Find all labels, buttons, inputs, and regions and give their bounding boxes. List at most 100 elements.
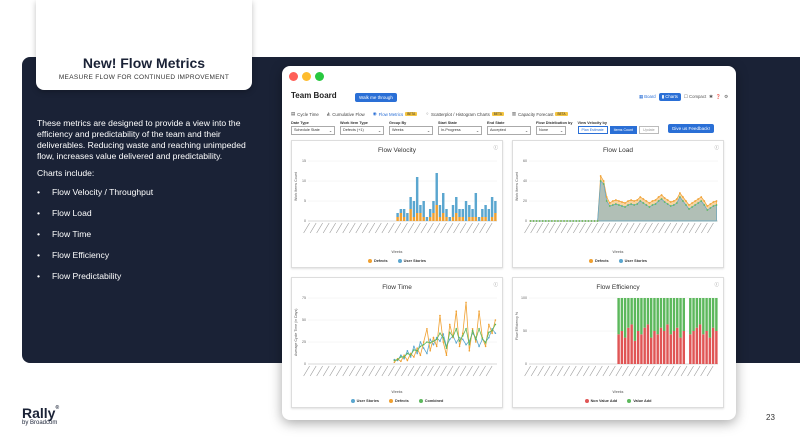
feedback-button[interactable]: Give us Feedback! bbox=[667, 124, 714, 133]
app-window: Team Board Walk me through ▦ Board ▮ Cha… bbox=[282, 66, 736, 420]
help-icon[interactable]: ❓ bbox=[716, 94, 721, 100]
bar-0 bbox=[711, 327, 715, 364]
point-0 bbox=[439, 340, 441, 342]
work-item-type-select[interactable]: Defects (+1) ⌄ bbox=[340, 126, 384, 135]
point-2 bbox=[432, 340, 435, 342]
legend-item[interactable]: Defects bbox=[389, 399, 409, 403]
x-tick-label bbox=[414, 365, 421, 377]
point-1 bbox=[654, 203, 657, 205]
point-0 bbox=[621, 201, 623, 203]
y-tick-label: 75 bbox=[302, 296, 306, 300]
legend-item[interactable]: Defects bbox=[367, 259, 388, 263]
point-1 bbox=[465, 301, 467, 304]
point-1 bbox=[614, 203, 617, 205]
group-by-select[interactable]: Weeks ⌄ bbox=[389, 126, 433, 135]
point-0 bbox=[669, 201, 672, 203]
legend-item[interactable]: User Stories bbox=[350, 399, 379, 403]
point-1 bbox=[566, 220, 569, 222]
x-tick-label bbox=[658, 222, 665, 234]
point-1 bbox=[697, 202, 700, 204]
plan-estimate-button[interactable]: Plan Estimate bbox=[577, 126, 608, 134]
chevron-down-icon: ⌄ bbox=[328, 129, 332, 133]
select-value: Accepted bbox=[490, 128, 506, 132]
compact-label: Compact bbox=[688, 94, 707, 99]
legend-item[interactable]: User Stories bbox=[397, 259, 426, 263]
tab-flow-metrics[interactable]: ◉ Flow Metrics BETA bbox=[373, 111, 418, 117]
charts-view-button[interactable]: ▮ Charts bbox=[658, 93, 681, 101]
y-tick-label: 40 bbox=[523, 179, 527, 183]
x-tick-label bbox=[375, 365, 382, 377]
y-tick-label: 0 bbox=[304, 219, 306, 223]
legend-item[interactable]: Value Add bbox=[627, 399, 651, 403]
y-tick-label: 15 bbox=[302, 159, 306, 163]
legend-item[interactable]: Combined bbox=[418, 399, 443, 403]
date-type-select[interactable]: Schedule State ⌄ bbox=[291, 126, 335, 135]
bar-0 bbox=[409, 209, 412, 221]
board-view-button[interactable]: ▦ Board bbox=[639, 94, 656, 100]
x-tick-label bbox=[375, 222, 382, 234]
point-0 bbox=[409, 356, 412, 358]
x-tick-label bbox=[316, 365, 323, 377]
bar-0 bbox=[623, 337, 627, 364]
bar-1 bbox=[448, 217, 451, 221]
tab-capacity-forecast[interactable]: ▥ Capacity Forecast BETA bbox=[512, 111, 568, 117]
end-state-select[interactable]: Accepted ⌄ bbox=[487, 126, 531, 135]
walk-me-through-button[interactable]: Walk me through bbox=[355, 93, 397, 102]
y-axis-label: Work Items Count bbox=[294, 172, 298, 201]
y-tick-label: 50 bbox=[523, 329, 527, 333]
bar-0 bbox=[468, 217, 471, 221]
tab-cumulative-flow[interactable]: ◭ Cumulative Flow bbox=[327, 111, 365, 117]
tab-scatterplot[interactable]: ⁘ Scatterplot / Histogram Charts BETA bbox=[425, 111, 504, 117]
pin-icon[interactable]: ✱ bbox=[709, 94, 713, 100]
x-tick-label bbox=[420, 365, 428, 377]
scatterplot-icon: ⁘ bbox=[425, 111, 429, 116]
point-1 bbox=[587, 220, 590, 222]
flow-velocity-panel: Flow Velocity ⓘ 15 10 5 0 Work Items Count … bbox=[291, 140, 503, 268]
bar-1 bbox=[623, 298, 627, 338]
x-tick-label bbox=[388, 222, 395, 234]
tab-cycle-time[interactable]: ▤ Cycle Time bbox=[291, 111, 319, 117]
point-1 bbox=[682, 200, 684, 202]
point-1 bbox=[611, 204, 614, 206]
point-2 bbox=[452, 335, 454, 338]
bar-1 bbox=[481, 209, 484, 217]
x-tick-label bbox=[700, 365, 707, 377]
x-tick-label bbox=[542, 222, 550, 234]
x-tick-label bbox=[433, 365, 441, 377]
items-count-button[interactable]: Items Count bbox=[609, 126, 638, 134]
cumulative-flow-icon: ◭ bbox=[326, 111, 331, 116]
bar-1 bbox=[415, 177, 419, 213]
y-tick-label: 25 bbox=[302, 340, 306, 344]
start-state-select[interactable]: In-Progress ⌄ bbox=[438, 126, 482, 135]
point-1 bbox=[538, 220, 541, 222]
point-2 bbox=[481, 337, 484, 340]
point-1 bbox=[624, 206, 626, 208]
legend-item[interactable]: User Stories bbox=[618, 259, 647, 263]
maximize-dot[interactable] bbox=[315, 72, 324, 81]
capacity-icon: ▥ bbox=[511, 111, 517, 116]
gear-icon[interactable]: ⚙ bbox=[724, 94, 728, 100]
close-dot[interactable] bbox=[289, 72, 298, 81]
flow-distribution-select[interactable]: None ⌄ bbox=[536, 126, 566, 135]
bar-1 bbox=[490, 197, 494, 217]
point-1 bbox=[529, 220, 532, 222]
bar-0 bbox=[412, 217, 416, 221]
x-tick-label bbox=[355, 222, 363, 234]
x-tick-label bbox=[348, 365, 356, 377]
bar-0 bbox=[636, 331, 640, 364]
compact-toggle[interactable]: ☐ Compact bbox=[684, 94, 706, 100]
x-tick-label bbox=[309, 365, 317, 377]
point-1 bbox=[541, 220, 544, 222]
x-tick-label bbox=[394, 222, 402, 234]
legend-item[interactable]: Non Value Add bbox=[584, 399, 617, 403]
bar-0 bbox=[435, 205, 438, 221]
filter-label: Group By bbox=[389, 121, 407, 125]
legend-item[interactable]: Defects bbox=[588, 259, 609, 263]
update-button[interactable]: Update bbox=[639, 126, 659, 134]
minimize-dot[interactable] bbox=[302, 72, 311, 81]
point-0 bbox=[663, 197, 666, 199]
x-tick-label bbox=[446, 365, 454, 377]
bar-1 bbox=[682, 298, 686, 331]
x-tick-label bbox=[615, 222, 623, 234]
point-0 bbox=[712, 201, 715, 203]
